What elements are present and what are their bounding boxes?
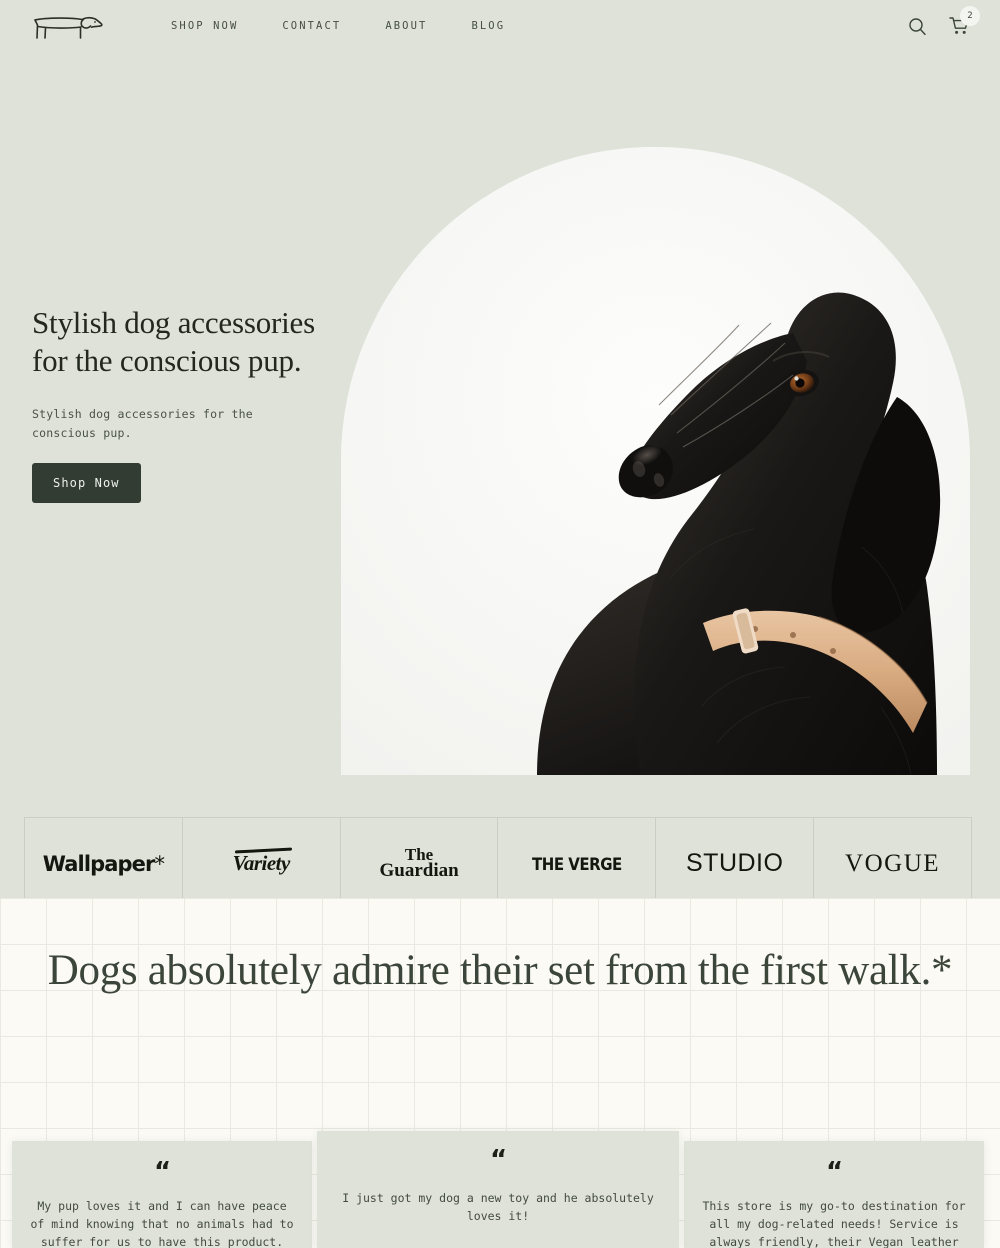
testimonials-heading: Dogs absolutely admire their set from th… — [47, 947, 953, 994]
hero-subtitle: Stylish dog accessories for the consciou… — [32, 407, 253, 441]
nav-item-shop-now[interactable]: SHOP NOW — [171, 16, 238, 36]
brand-guardian-line2: Guardian — [379, 859, 459, 881]
testimonial-card[interactable]: “ This store is my go-to destination for… — [684, 1141, 984, 1248]
hero-title: Stylish dog accessories for the consciou… — [32, 305, 315, 378]
nav-item-blog[interactable]: BLOG — [471, 16, 505, 36]
dachshund-logo-icon[interactable] — [32, 11, 104, 41]
cart-button[interactable]: 2 — [948, 6, 980, 37]
press-logo-strip: Wallpaper* Variety The Guardian THE VERG… — [24, 817, 972, 910]
brand-studio-text: STUDIO — [686, 849, 784, 877]
shop-now-button[interactable]: Shop Now — [32, 463, 141, 504]
testimonial-card[interactable]: “ My pup loves it and I can have peace o… — [12, 1141, 312, 1248]
brand-logo-guardian[interactable]: The Guardian — [341, 818, 499, 909]
nav-item-about[interactable]: ABOUT — [385, 16, 427, 36]
brand-logo-variety[interactable]: Variety — [183, 818, 341, 909]
testimonial-card[interactable]: “ I just got my dog a new toy and he abs… — [317, 1131, 679, 1248]
brand-logo-studio[interactable]: STUDIO — [656, 818, 815, 909]
hero-section: Stylish dog accessories for the consciou… — [0, 52, 1000, 910]
hero-image — [341, 147, 970, 775]
main-navigation: SHOP NOW CONTACT ABOUT BLOG — [171, 16, 505, 36]
testimonial-cards: “ My pup loves it and I can have peace o… — [0, 1131, 1000, 1248]
brand-logo-wallpaper[interactable]: Wallpaper* — [25, 818, 183, 909]
testimonial-text: This store is my go-to destination for a… — [702, 1199, 966, 1248]
site-header: SHOP NOW CONTACT ABOUT BLOG 2 — [0, 0, 1000, 52]
quote-icon: “ — [825, 1157, 843, 1187]
nav-item-contact[interactable]: CONTACT — [282, 16, 341, 36]
quote-icon: “ — [153, 1157, 171, 1187]
brand-variety-text: Variety — [232, 851, 291, 875]
brand-wallpaper-text: Wallpaper — [42, 851, 156, 876]
search-icon — [908, 17, 926, 35]
cart-count-badge: 2 — [960, 6, 980, 26]
brand-wallpaper-star: * — [154, 851, 165, 876]
quote-icon: “ — [489, 1145, 507, 1175]
testimonials-section: Dogs absolutely admire their set from th… — [0, 898, 1000, 1248]
search-button[interactable] — [906, 15, 928, 37]
testimonial-text: My pup loves it and I can have peace of … — [30, 1199, 294, 1248]
brand-verge-text: THE VERGE — [532, 853, 622, 874]
black-labrador-illustration — [341, 147, 970, 775]
brand-vogue-text: VOGUE — [845, 849, 941, 877]
hero-copy: Stylish dog accessories for the consciou… — [32, 304, 352, 504]
brand-logo-the-verge[interactable]: THE VERGE — [498, 818, 657, 909]
header-actions: 2 — [906, 0, 980, 52]
brand-logo-vogue[interactable]: VOGUE — [814, 818, 972, 909]
testimonial-text: I just got my dog a new toy and he absol… — [342, 1191, 654, 1223]
